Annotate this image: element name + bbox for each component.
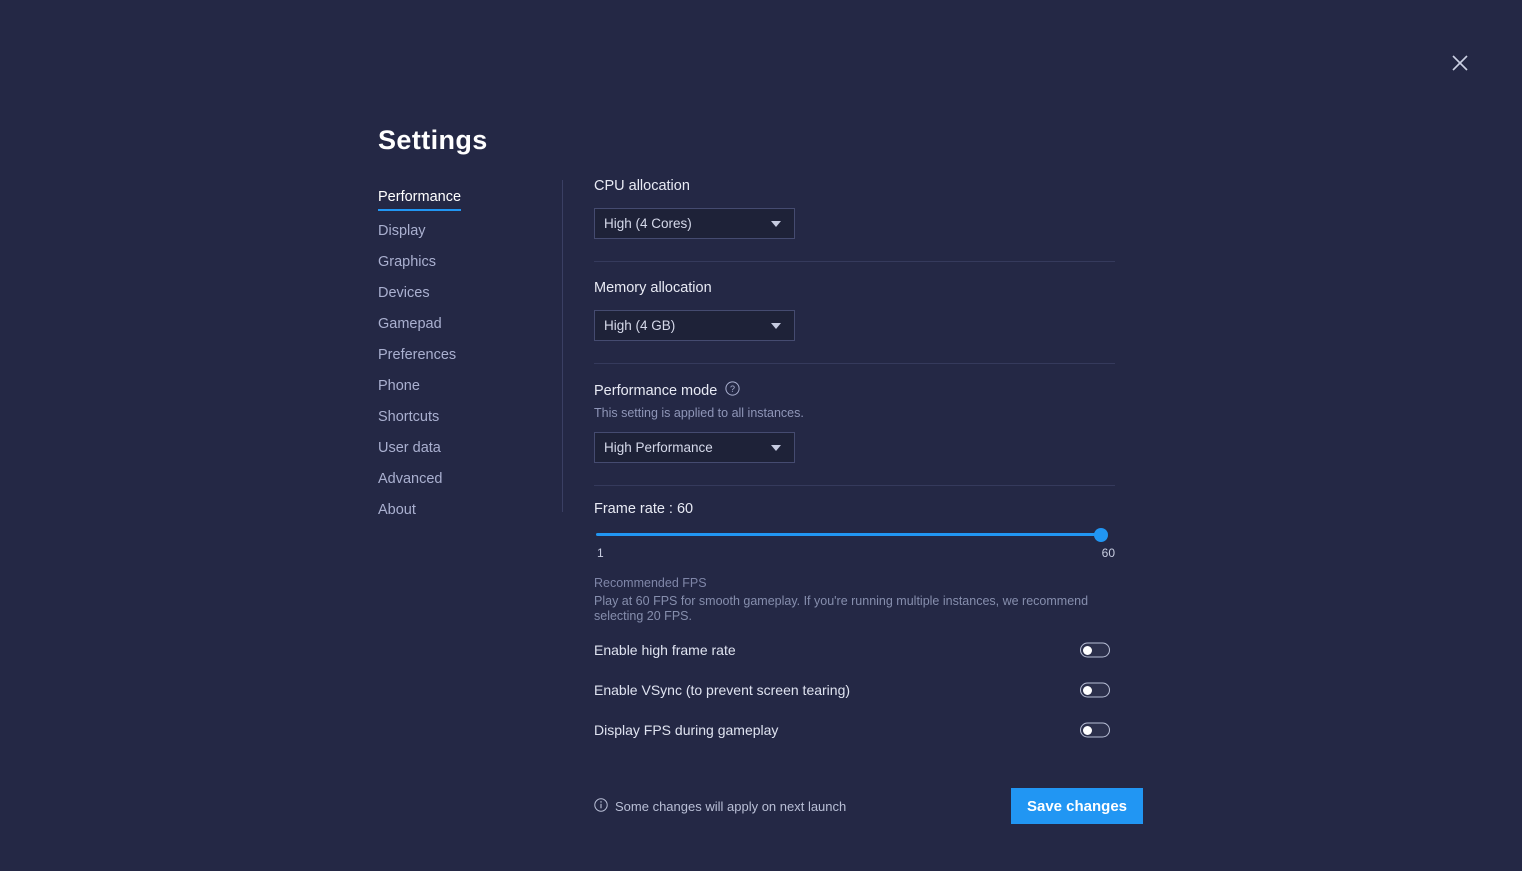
sidebar-item-shortcuts[interactable]: Shortcuts: [378, 401, 439, 432]
memory-allocation-value: High (4 GB): [604, 318, 675, 333]
next-launch-note: Some changes will apply on next launch: [594, 798, 846, 815]
chevron-down-icon: [771, 323, 781, 329]
sidebar-item-devices[interactable]: Devices: [378, 277, 430, 308]
toggle-label: Enable high frame rate: [594, 642, 736, 658]
memory-allocation-label: Memory allocation: [594, 280, 1115, 296]
slider-track[interactable]: [596, 533, 1105, 536]
chevron-down-icon: [771, 445, 781, 451]
next-launch-note-text: Some changes will apply on next launch: [615, 799, 846, 814]
cpu-allocation-section: CPU allocation High (4 Cores): [594, 178, 1115, 239]
sidebar-item-gamepad[interactable]: Gamepad: [378, 308, 442, 339]
performance-mode-select[interactable]: High Performance: [594, 432, 795, 463]
slider-scale: 1 60: [594, 546, 1115, 562]
settings-window: Settings Performance Display Graphics De…: [0, 0, 1522, 871]
settings-nav: Performance Display Graphics Devices Gam…: [378, 184, 548, 525]
memory-allocation-select[interactable]: High (4 GB): [594, 310, 795, 341]
sidebar-divider: [562, 180, 563, 512]
sidebar-item-advanced[interactable]: Advanced: [378, 463, 443, 494]
sidebar-item-phone[interactable]: Phone: [378, 370, 420, 401]
sidebar-item-user-data[interactable]: User data: [378, 432, 441, 463]
sidebar-item-label: Devices: [378, 285, 430, 301]
frame-rate-slider[interactable]: [594, 528, 1115, 542]
toggle-switch-display-fps[interactable]: [1080, 723, 1110, 738]
sidebar-item-label: Preferences: [378, 347, 456, 363]
sidebar-item-label: Shortcuts: [378, 409, 439, 425]
recommended-fps-title: Recommended FPS: [594, 576, 1115, 590]
save-changes-button[interactable]: Save changes: [1011, 788, 1143, 824]
toggle-row-vsync[interactable]: Enable VSync (to prevent screen tearing): [594, 676, 1115, 704]
divider: [594, 485, 1115, 486]
toggle-label: Enable VSync (to prevent screen tearing): [594, 682, 850, 698]
frame-rate-label: Frame rate : 60: [594, 501, 1115, 517]
page-title: Settings: [378, 125, 488, 156]
slider-min-label: 1: [597, 546, 604, 560]
toggle-row-high-frame-rate[interactable]: Enable high frame rate: [594, 636, 1115, 664]
sidebar-item-label: Phone: [378, 378, 420, 394]
frame-rate-section: Frame rate : 60 1 60 Recommended FPS Pla…: [594, 501, 1115, 624]
recommended-fps-body: Play at 60 FPS for smooth gameplay. If y…: [594, 594, 1109, 624]
slider-max-label: 60: [1102, 546, 1115, 560]
sidebar-item-preferences[interactable]: Preferences: [378, 339, 456, 370]
performance-mode-description: This setting is applied to all instances…: [594, 406, 1115, 420]
settings-content: CPU allocation High (4 Cores) Memory all…: [594, 178, 1115, 824]
sidebar-item-label: Graphics: [378, 254, 436, 270]
sidebar-item-label: User data: [378, 440, 441, 456]
settings-footer: Some changes will apply on next launch S…: [594, 788, 1143, 824]
cpu-allocation-select[interactable]: High (4 Cores): [594, 208, 795, 239]
sidebar-item-label: Performance: [378, 189, 461, 205]
sidebar-item-performance[interactable]: Performance: [378, 184, 461, 211]
toggle-knob: [1083, 686, 1092, 695]
close-button[interactable]: [1444, 48, 1476, 78]
toggle-knob: [1083, 646, 1092, 655]
svg-text:?: ?: [730, 384, 735, 394]
sidebar-item-label: Gamepad: [378, 316, 442, 332]
divider: [594, 363, 1115, 364]
toggle-switch-vsync[interactable]: [1080, 683, 1110, 698]
divider: [594, 261, 1115, 262]
sidebar-item-graphics[interactable]: Graphics: [378, 246, 436, 277]
cpu-allocation-label: CPU allocation: [594, 178, 1115, 194]
sidebar-item-label: About: [378, 502, 416, 518]
sidebar-item-about[interactable]: About: [378, 494, 416, 525]
sidebar-item-label: Display: [378, 223, 426, 239]
sidebar-item-label: Advanced: [378, 471, 443, 487]
close-icon: [1451, 54, 1469, 72]
performance-mode-section: Performance mode ? This setting is appli…: [594, 381, 1115, 463]
performance-mode-label: Performance mode: [594, 383, 717, 399]
toggle-label: Display FPS during gameplay: [594, 722, 778, 738]
sidebar-item-display[interactable]: Display: [378, 215, 426, 246]
performance-mode-header: Performance mode ?: [594, 381, 1115, 401]
chevron-down-icon: [771, 221, 781, 227]
slider-thumb[interactable]: [1094, 528, 1108, 542]
memory-allocation-section: Memory allocation High (4 GB): [594, 280, 1115, 341]
help-circle-icon[interactable]: ?: [725, 381, 740, 401]
toggle-switch-high-frame-rate[interactable]: [1080, 643, 1110, 658]
info-circle-icon: [594, 798, 608, 815]
toggle-row-display-fps[interactable]: Display FPS during gameplay: [594, 716, 1115, 744]
toggle-knob: [1083, 726, 1092, 735]
cpu-allocation-value: High (4 Cores): [604, 216, 692, 231]
performance-mode-value: High Performance: [604, 440, 713, 455]
